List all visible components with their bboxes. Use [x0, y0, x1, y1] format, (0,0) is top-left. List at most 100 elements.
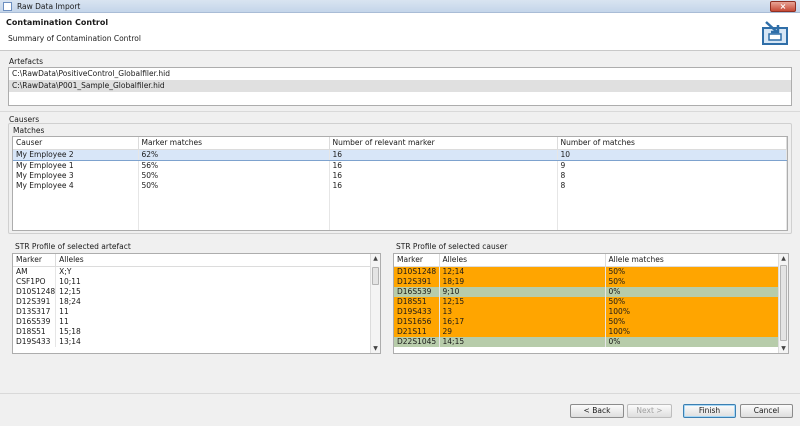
cell-causer: My Employee 3	[13, 170, 139, 181]
cell-alleles: 11	[55, 316, 372, 327]
table-row[interactable]: My Employee 4 50% 16 8	[13, 180, 787, 191]
artefact-item-selected[interactable]: C:\RawData\P001_Sample_Globalfiler.hid	[9, 80, 791, 92]
empty-row	[13, 190, 787, 201]
table-row[interactable]: D19S433 13;14	[13, 336, 372, 347]
table-header-row: Marker Alleles Allele matches	[394, 254, 780, 267]
table-row[interactable]: My Employee 3 50% 16 8	[13, 170, 787, 181]
table-row[interactable]: D10S1248 12;15	[13, 286, 372, 297]
cell-allele-matches: 100%	[605, 306, 780, 317]
import-wizard-icon	[762, 21, 788, 45]
cell-relevant-marker: 16	[329, 160, 558, 171]
column-header-marker[interactable]: Marker	[13, 254, 57, 267]
cell-marker: D16S539	[13, 316, 57, 327]
cell-alleles: 12;15	[439, 296, 606, 307]
cell-alleles: 29	[439, 326, 606, 337]
vertical-scrollbar[interactable]: ▲ ▼	[778, 254, 788, 353]
matches-table[interactable]: Causer Marker matches Number of relevant…	[12, 136, 788, 231]
empty-row	[13, 200, 787, 211]
cell-number-of-matches: 9	[557, 160, 787, 171]
table-row[interactable]: D1S1656 16;17 50%	[394, 316, 780, 327]
column-header-relevant-marker[interactable]: Number of relevant marker	[329, 137, 558, 150]
wizard-header: Contamination Control Summary of Contami…	[0, 13, 800, 51]
cell-marker: D16S539	[394, 286, 440, 297]
column-header-marker-matches[interactable]: Marker matches	[138, 137, 330, 150]
table-row[interactable]: D22S1045 14;15 0%	[394, 336, 780, 347]
matches-label: Matches	[13, 126, 45, 135]
table-row-selected[interactable]: My Employee 2 62% 16 10	[13, 148, 787, 161]
scroll-thumb[interactable]	[780, 265, 787, 341]
cell-marker-matches: 56%	[138, 160, 330, 171]
table-row[interactable]: AM X;Y	[13, 266, 372, 277]
empty-row	[13, 220, 787, 230]
cell-allele-matches: 100%	[605, 326, 780, 337]
table-row[interactable]: D18S51 15;18	[13, 326, 372, 337]
table-row[interactable]: D18S51 12;15 50%	[394, 296, 780, 307]
column-header-alleles[interactable]: Alleles	[55, 254, 372, 267]
cell-relevant-marker: 16	[329, 170, 558, 181]
scroll-up-icon[interactable]: ▲	[371, 254, 380, 263]
table-row[interactable]: My Employee 1 56% 16 9	[13, 160, 787, 171]
table-row[interactable]: D16S539 9;10 0%	[394, 286, 780, 297]
table-row[interactable]: D10S1248 12;14 50%	[394, 266, 780, 277]
scroll-up-icon[interactable]: ▲	[779, 254, 788, 263]
cell-allele-matches: 50%	[605, 296, 780, 307]
column-header-allele-matches[interactable]: Allele matches	[605, 254, 780, 267]
causer-profile-label: STR Profile of selected causer	[396, 242, 508, 251]
cell-alleles: 14;15	[439, 336, 606, 347]
table-row[interactable]: CSF1PO 10;11	[13, 276, 372, 287]
cell-alleles: 18;19	[439, 276, 606, 287]
cell-marker: D12S391	[13, 296, 57, 307]
cell-marker: D21S11	[394, 326, 440, 337]
artefacts-list[interactable]: C:\RawData\PositiveControl_Globalfiler.h…	[8, 67, 792, 106]
table-row[interactable]: D12S391 18;24	[13, 296, 372, 307]
table-row[interactable]: D12S391 18;19 50%	[394, 276, 780, 287]
scroll-thumb[interactable]	[372, 267, 379, 285]
column-header-causer[interactable]: Causer	[13, 137, 139, 150]
table-row[interactable]: D19S433 13 100%	[394, 306, 780, 317]
footer-divider	[0, 393, 800, 394]
scroll-down-icon[interactable]: ▼	[371, 344, 380, 353]
causer-profile-table[interactable]: Marker Alleles Allele matches D10S1248 12…	[393, 253, 789, 354]
finish-button[interactable]: Finish	[683, 404, 736, 418]
page-title: Contamination Control	[6, 18, 109, 27]
window-title: Raw Data Import	[17, 2, 81, 11]
cell-marker: CSF1PO	[13, 276, 57, 287]
cell-allele-matches: 50%	[605, 316, 780, 327]
cancel-button[interactable]: Cancel	[740, 404, 793, 418]
cell-alleles: 9;10	[439, 286, 606, 297]
cell-marker: D22S1045	[394, 336, 440, 347]
cell-allele-matches: 0%	[605, 286, 780, 297]
cell-marker: D13S317	[13, 306, 57, 317]
cell-allele-matches: 50%	[605, 276, 780, 287]
cell-number-of-matches: 8	[557, 170, 787, 181]
empty-row	[13, 210, 787, 221]
table-row[interactable]: D16S539 11	[13, 316, 372, 327]
artefact-profile-table[interactable]: Marker Alleles AM X;Y CSF1PO 10;11 D10S124…	[12, 253, 381, 354]
table-row[interactable]: D13S317 11	[13, 306, 372, 317]
window-close-button[interactable]: ×	[770, 1, 796, 12]
cell-alleles: 16;17	[439, 316, 606, 327]
cell-relevant-marker: 16	[329, 148, 558, 161]
back-button[interactable]: < Back	[570, 404, 624, 418]
next-button[interactable]: Next >	[627, 404, 672, 418]
column-header-number-of-matches[interactable]: Number of matches	[557, 137, 787, 150]
scroll-down-icon[interactable]: ▼	[779, 344, 788, 353]
cell-marker-matches: 62%	[138, 148, 330, 161]
cell-alleles: 15;18	[55, 326, 372, 337]
cell-alleles: 12;15	[55, 286, 372, 297]
cell-alleles: 12;14	[439, 266, 606, 277]
cell-causer: My Employee 4	[13, 180, 139, 191]
cell-marker: D18S51	[13, 326, 57, 337]
artefact-item[interactable]: C:\RawData\PositiveControl_Globalfiler.h…	[9, 68, 791, 80]
close-icon: ×	[779, 2, 787, 11]
cell-alleles: 13;14	[55, 336, 372, 347]
cell-alleles: X;Y	[55, 266, 372, 277]
vertical-scrollbar[interactable]: ▲ ▼	[370, 254, 380, 353]
section-divider	[0, 111, 800, 112]
cell-alleles: 11	[55, 306, 372, 317]
column-header-marker[interactable]: Marker	[394, 254, 440, 267]
column-header-alleles[interactable]: Alleles	[439, 254, 606, 267]
table-row[interactable]: D21S11 29 100%	[394, 326, 780, 337]
table-header-row: Causer Marker matches Number of relevant…	[13, 137, 787, 150]
app-icon	[3, 2, 12, 11]
